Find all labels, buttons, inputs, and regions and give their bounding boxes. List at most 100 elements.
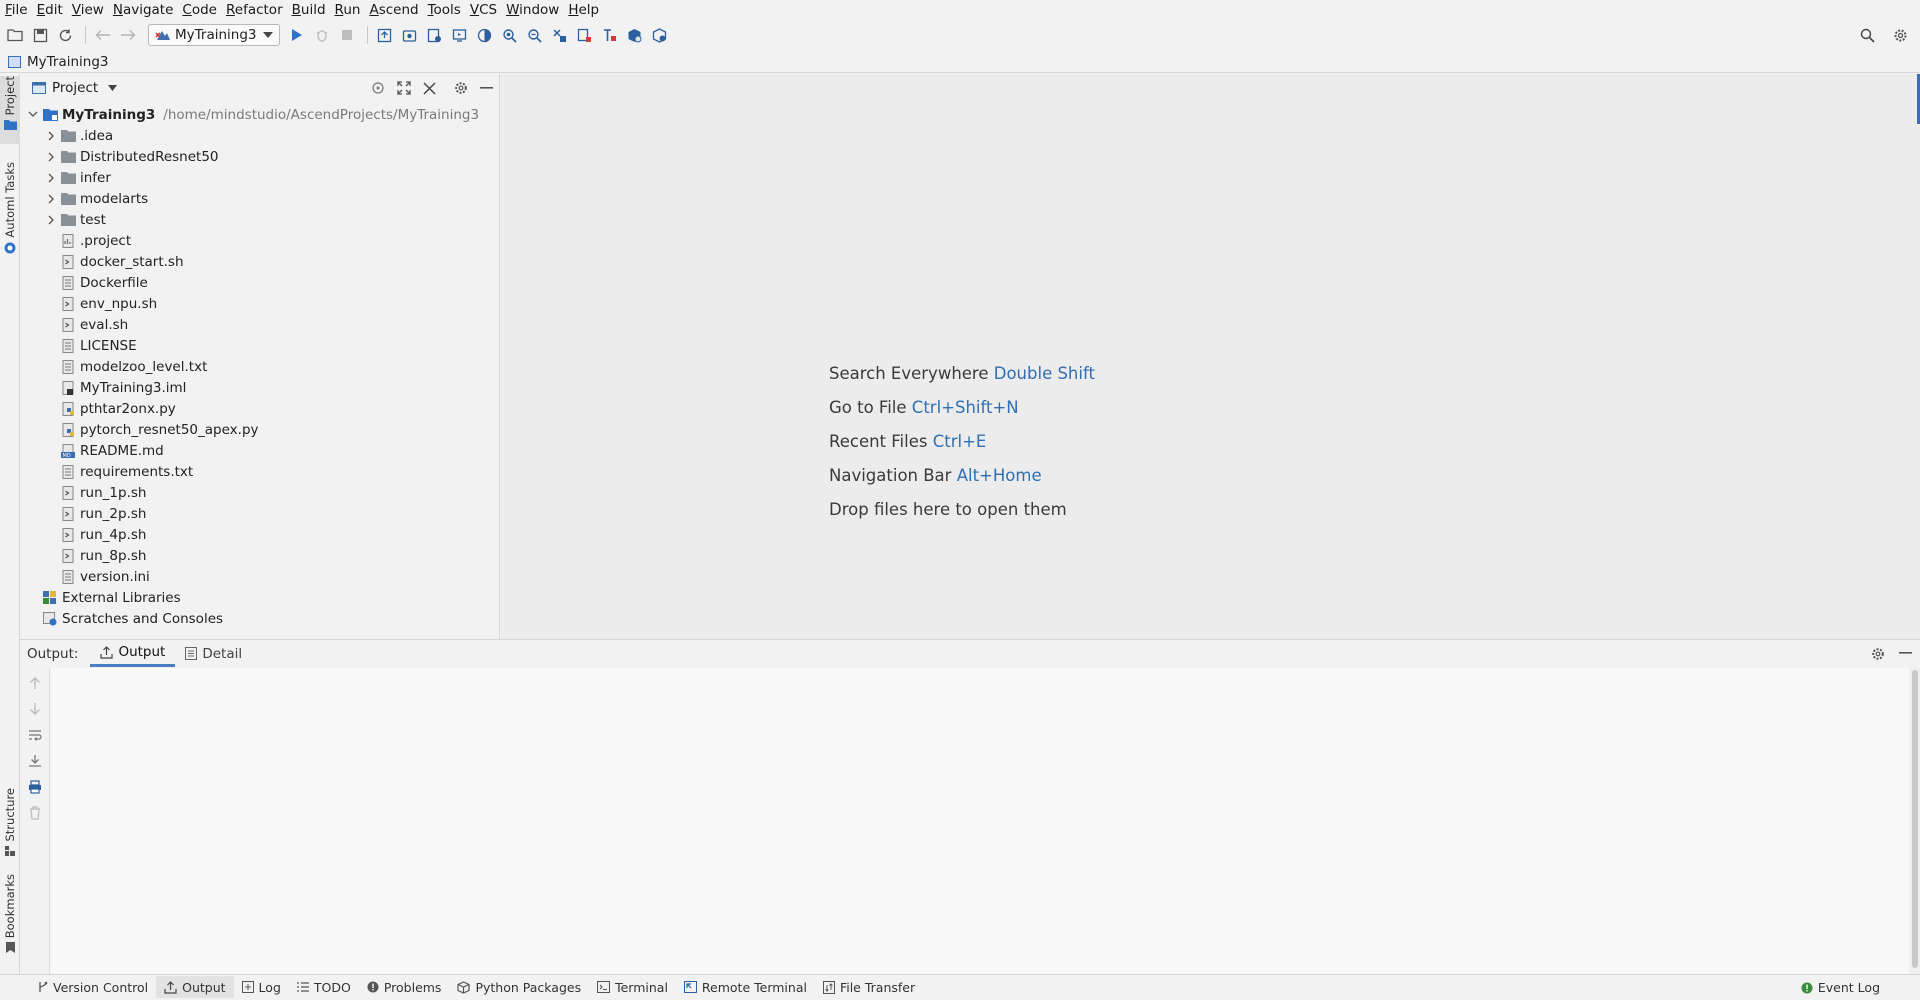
tree-file[interactable]: version.ini [20,566,499,587]
menu-vcs[interactable]: VCS [469,0,503,20]
tree-file[interactable]: Dockerfile [20,272,499,293]
hide-panel-icon[interactable] [480,86,493,90]
breadcrumb-project[interactable]: MyTraining3 [27,54,109,70]
menu-tools[interactable]: Tools [427,0,467,20]
clear-trash-icon[interactable] [25,804,45,822]
chevron-right-icon[interactable] [44,213,58,227]
tab-detail[interactable]: Detail [175,640,252,667]
tree-file[interactable]: modelzoo_level.txt [20,356,499,377]
tree-file[interactable]: MyTraining3.iml [20,377,499,398]
output-console[interactable] [51,668,1909,974]
output-scrollbar-thumb[interactable] [1912,670,1918,968]
menu-navigate[interactable]: Navigate [112,0,180,20]
model-visualizer-icon[interactable] [499,24,521,46]
dump-data-icon[interactable] [449,24,471,46]
scroll-up-icon[interactable] [25,674,45,692]
output-scrollbar[interactable] [1910,668,1920,974]
tab-automl-tasks[interactable]: Automl Tasks [0,162,20,258]
scroll-down-icon[interactable] [25,700,45,718]
device-manager-icon[interactable] [399,24,421,46]
sync-icon[interactable] [54,24,76,46]
tool-output[interactable]: Output [156,976,234,998]
tree-scratches[interactable]: Scratches and Consoles [20,608,499,629]
tree-folder[interactable]: .idea [20,125,499,146]
operator-tools-icon[interactable] [549,24,571,46]
chevron-down-icon[interactable] [108,85,118,91]
tree-external-libraries[interactable]: External Libraries [20,587,499,608]
menu-help[interactable]: Help [567,0,605,20]
tree-file[interactable]: pthtar2onx.py [20,398,499,419]
tree-file[interactable]: run_2p.sh [20,503,499,524]
run-configuration-selector[interactable]: MyTraining3 [148,24,280,46]
tool-file-transfer[interactable]: File Transfer [815,976,923,998]
print-icon[interactable] [25,778,45,796]
tool-version-control[interactable]: Version Control [30,976,156,998]
accuracy-compare-icon[interactable] [524,24,546,46]
save-all-icon[interactable] [29,24,51,46]
menu-edit[interactable]: Edit [36,0,69,20]
menu-code[interactable]: Code [181,0,223,20]
menu-view[interactable]: View [71,0,110,20]
menu-file[interactable]: File [4,0,34,20]
tree-file[interactable]: pytorch_resnet50_apex.py [20,419,499,440]
menu-window[interactable]: Window [505,0,565,20]
tree-file[interactable]: run_1p.sh [20,482,499,503]
package-icon[interactable] [624,24,646,46]
hide-panel-icon[interactable] [1899,652,1912,655]
tree-file[interactable]: eval.sh [20,314,499,335]
forward-arrow-icon[interactable] [117,24,139,46]
menu-ascend[interactable]: Ascend [368,0,424,20]
tree-file[interactable]: docker_start.sh [20,251,499,272]
settings-gear-icon[interactable] [1871,647,1885,661]
model-converter-icon[interactable] [424,24,446,46]
collapse-all-icon[interactable] [423,81,436,95]
scroll-to-end-icon[interactable] [25,752,45,770]
tree-file[interactable]: LICENSE [20,335,499,356]
tool-remote-terminal[interactable]: Remote Terminal [676,976,815,998]
tab-bookmarks[interactable]: Bookmarks [0,874,20,964]
editor-area[interactable]: Search Everywhere Double Shift Go to Fil… [501,74,1920,639]
menu-build[interactable]: Build [291,0,332,20]
search-icon[interactable] [1856,24,1878,46]
expand-all-icon[interactable] [397,81,411,95]
settings-gear-icon[interactable] [454,81,468,95]
deploy-icon[interactable] [374,24,396,46]
sdk-manager-icon[interactable] [649,24,671,46]
chevron-right-icon[interactable] [44,192,58,206]
tab-project[interactable]: Project [0,76,20,144]
stop-icon[interactable] [336,24,358,46]
tool-log[interactable]: Log [234,976,289,998]
tab-output[interactable]: Output [90,640,176,667]
settings-gear-icon[interactable] [1889,24,1911,46]
tree-file[interactable]: .project [20,230,499,251]
profiler-icon[interactable] [474,24,496,46]
soft-wrap-icon[interactable] [25,726,45,744]
tool-problems[interactable]: Problems [359,976,450,998]
tool-todo[interactable]: TODO [289,976,359,998]
tree-root[interactable]: MyTraining3 /home/mindstudio/AscendProje… [20,104,499,125]
project-view-selector[interactable]: Project [52,80,98,96]
tool-event-log[interactable]: Event Log [1793,977,1888,999]
back-arrow-icon[interactable] [92,24,114,46]
tool-python-packages[interactable]: Python Packages [449,976,589,998]
chevron-right-icon[interactable] [44,171,58,185]
debug-icon[interactable] [311,24,333,46]
chevron-right-icon[interactable] [44,150,58,164]
tree-file[interactable]: env_npu.sh [20,293,499,314]
tree-file[interactable]: MD README.md [20,440,499,461]
chevron-right-icon[interactable] [44,129,58,143]
analysis-icon[interactable] [574,24,596,46]
tab-structure[interactable]: Structure [0,788,20,858]
tree-folder[interactable]: infer [20,167,499,188]
menu-run[interactable]: Run [334,0,367,20]
open-folder-icon[interactable] [4,24,26,46]
chevron-down-icon[interactable] [26,108,40,122]
tree-file[interactable]: run_4p.sh [20,524,499,545]
tree-file[interactable]: run_8p.sh [20,545,499,566]
tree-folder[interactable]: DistributedResnet50 [20,146,499,167]
tool-terminal[interactable]: Terminal [589,976,676,998]
migration-icon[interactable] [599,24,621,46]
locate-target-icon[interactable] [371,81,385,95]
tree-folder[interactable]: modelarts [20,188,499,209]
tree-file[interactable]: requirements.txt [20,461,499,482]
